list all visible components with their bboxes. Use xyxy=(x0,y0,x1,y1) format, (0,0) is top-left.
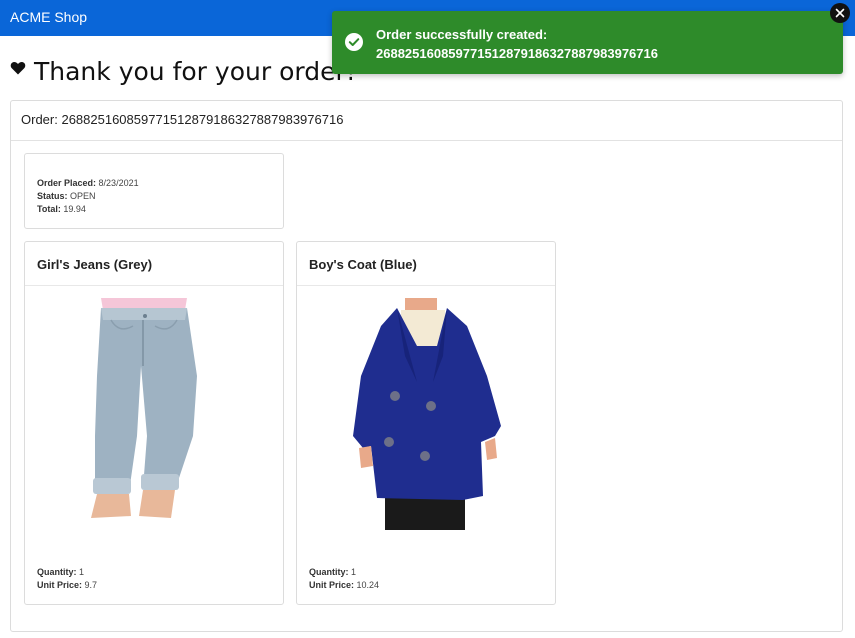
order-total-label: Total: xyxy=(37,204,61,214)
quantity-row: Quantity: 1 xyxy=(37,566,97,579)
order-id: 268825160859771512879186327887983976716 xyxy=(61,112,344,127)
quantity-label: Quantity: xyxy=(37,567,77,577)
price-row: Unit Price: 10.24 xyxy=(309,579,379,592)
order-placed-label: Order Placed: xyxy=(37,178,97,188)
blue-coat-image xyxy=(353,298,501,530)
order-total-row: Total: 19.94 xyxy=(37,203,283,216)
product-name: Girl's Jeans (Grey) xyxy=(25,242,283,286)
quantity-label: Quantity: xyxy=(309,567,349,577)
order-total-value: 19.94 xyxy=(63,204,86,214)
unit-price-value: 9.7 xyxy=(84,580,98,590)
order-placed-value: 8/23/2021 xyxy=(98,178,139,188)
toast-order-id: 268825160859771512879186327887983976716 xyxy=(376,46,658,61)
order-status-value: OPEN xyxy=(70,191,96,201)
product-meta: Quantity: 1 Unit Price: 9.7 xyxy=(37,566,97,592)
unit-price-label: Unit Price: xyxy=(37,580,83,590)
order-label: Order: xyxy=(21,112,58,127)
success-toast: Order successfully created: 268825160859… xyxy=(332,11,843,74)
product-card: Girl's Jeans (Grey) Quantity: 1 Unit Pri… xyxy=(24,241,284,605)
check-circle-icon xyxy=(345,33,363,51)
order-summary-card: Order Placed: 8/23/2021 Status: OPEN Tot… xyxy=(24,153,284,229)
order-status-label: Status: xyxy=(37,191,68,201)
page-title: Thank you for your order! xyxy=(10,54,356,88)
product-meta: Quantity: 1 Unit Price: 10.24 xyxy=(309,566,379,592)
unit-price-value: 10.24 xyxy=(356,580,380,590)
heart-icon xyxy=(10,62,26,75)
grey-jeans-image xyxy=(91,298,197,518)
brand-link[interactable]: ACME Shop xyxy=(10,9,87,25)
quantity-value: 1 xyxy=(79,567,85,577)
unit-price-label: Unit Price: xyxy=(309,580,355,590)
quantity-row: Quantity: 1 xyxy=(309,566,379,579)
order-header: Order: 268825160859771512879186327887983… xyxy=(11,101,842,141)
order-placed-row: Order Placed: 8/23/2021 xyxy=(37,177,283,190)
product-card: Boy's Coat (Blue) Quantity: 1 Unit Price… xyxy=(296,241,556,605)
toast-message: Order successfully created: 268825160859… xyxy=(376,25,658,63)
page-heading: Thank you for your order! xyxy=(34,56,356,86)
quantity-value: 1 xyxy=(351,567,357,577)
close-toast-button[interactable] xyxy=(830,3,850,23)
order-status-row: Status: OPEN xyxy=(37,190,283,203)
close-icon xyxy=(835,8,845,18)
price-row: Unit Price: 9.7 xyxy=(37,579,97,592)
product-name: Boy's Coat (Blue) xyxy=(297,242,555,286)
toast-title: Order successfully created: xyxy=(376,27,548,42)
